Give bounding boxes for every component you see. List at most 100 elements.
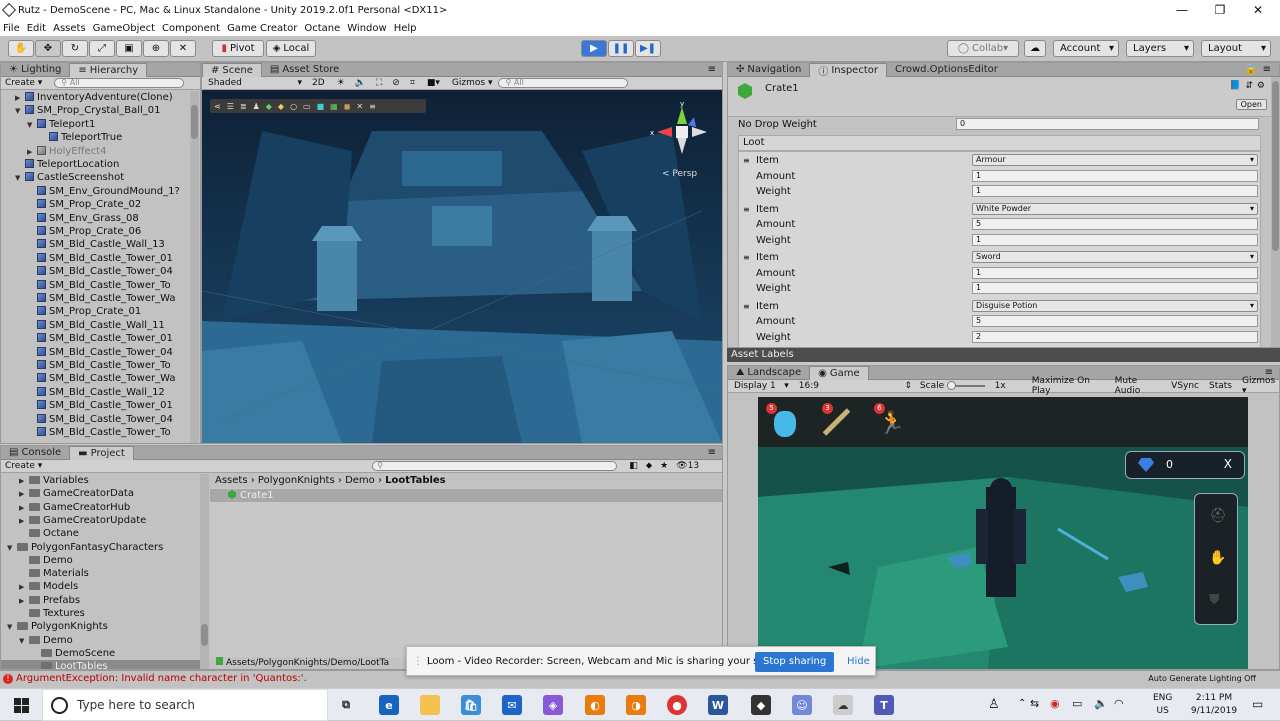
- menu-game-creator[interactable]: Game Creator: [227, 23, 297, 34]
- hierarchy-item[interactable]: ▶ InventoryAdventure(Clone): [1, 91, 173, 104]
- wifi-icon[interactable]: ◠: [1114, 697, 1124, 710]
- tab-crowd-options-editor[interactable]: Crowd.OptionsEditor: [887, 63, 1006, 77]
- pause-button[interactable]: ❚❚: [608, 40, 634, 57]
- loot-amount-field[interactable]: 1: [972, 266, 1258, 279]
- hierarchy-item[interactable]: SM_Bld_Castle_Tower_04: [1, 413, 173, 426]
- loot-amount-field[interactable]: 5: [972, 315, 1258, 327]
- expand-arrow-right-icon[interactable]: ▶: [19, 515, 29, 528]
- reorder-handle-icon[interactable]: ≡: [743, 153, 750, 168]
- chrome-icon[interactable]: ●: [667, 695, 687, 715]
- marker-tool-icon[interactable]: ◆: [266, 102, 272, 111]
- audio-toggle-icon[interactable]: 🔈: [355, 78, 366, 88]
- menu-tool-icon[interactable]: ≡: [369, 102, 376, 111]
- game-view[interactable]: 5 3 🏃 6 0 X ⛑ ✋ ⛊: [758, 397, 1248, 669]
- mail-icon[interactable]: ✉: [502, 695, 522, 715]
- help-icon[interactable]: 📘: [1230, 81, 1241, 91]
- settings-icon[interactable]: ⇵: [1245, 81, 1253, 91]
- network-icon[interactable]: ⇆: [1030, 697, 1039, 710]
- menu-gameobject[interactable]: GameObject: [93, 23, 155, 34]
- project-folder-item[interactable]: ▼ PolygonKnights: [1, 620, 200, 633]
- tab-inspector[interactable]: ⓘ Inspector: [809, 62, 887, 78]
- expand-arrow-down-icon[interactable]: ▼: [15, 172, 25, 185]
- breadcrumb-assets[interactable]: Assets: [215, 475, 248, 486]
- project-folder-item[interactable]: ▶ Variables: [1, 474, 200, 487]
- effects-toggle-icon[interactable]: ⛶: [376, 78, 382, 88]
- project-folder-item[interactable]: Demo: [1, 554, 200, 567]
- vsync-toggle[interactable]: VSync: [1171, 381, 1199, 391]
- discord-icon[interactable]: ☺: [792, 695, 812, 715]
- taskbar-search-box[interactable]: Type here to search: [42, 689, 328, 721]
- cloud-button[interactable]: ☁: [1024, 40, 1046, 57]
- camera-tool-icon[interactable]: ▭: [303, 102, 311, 111]
- stop-sharing-button[interactable]: Stop sharing: [755, 652, 835, 672]
- maximize-button[interactable]: ❐: [1202, 0, 1238, 20]
- expand-arrow-right-icon[interactable]: ▶: [19, 475, 29, 488]
- mute-audio-toggle[interactable]: Mute Audio: [1115, 376, 1162, 396]
- grid-tool-icon[interactable]: ▦: [330, 102, 338, 111]
- skype-icon[interactable]: ☁: [833, 695, 853, 715]
- scale-slider[interactable]: [947, 381, 985, 390]
- hierarchy-item[interactable]: ▼ Teleport1: [1, 118, 95, 131]
- reorder-handle-icon[interactable]: ≡: [743, 250, 750, 265]
- project-create-button[interactable]: Create ▾: [5, 461, 42, 471]
- collab-button[interactable]: ◯ Collab ▾: [947, 40, 1019, 57]
- tab-asset-store[interactable]: ▤ Asset Store: [262, 63, 347, 77]
- tab-hierarchy[interactable]: ≡ Hierarchy: [69, 62, 148, 77]
- play-button[interactable]: ▶: [581, 40, 607, 57]
- security-icon[interactable]: ◉: [1050, 697, 1060, 710]
- breadcrumb-polygon-knights[interactable]: PolygonKnights: [258, 475, 335, 486]
- gauntlet-icon[interactable]: ✋: [1209, 550, 1226, 566]
- people-icon[interactable]: ♙: [988, 697, 1000, 712]
- stats-toggle[interactable]: Stats: [1209, 381, 1232, 391]
- project-folder-item[interactable]: DemoScene: [1, 647, 200, 660]
- loot-weight-field[interactable]: 1: [972, 282, 1258, 294]
- menu-file[interactable]: File: [3, 23, 20, 34]
- hierarchy-item[interactable]: SM_Bld_Castle_Tower_Wa: [1, 292, 175, 305]
- inspector-menu-icon[interactable]: ≡: [1263, 64, 1271, 75]
- loot-item-dropdown[interactable]: Sword: [972, 251, 1258, 263]
- scene-menu-icon[interactable]: ≡: [708, 64, 716, 75]
- speaker-icon[interactable]: 🔈: [1094, 697, 1108, 710]
- edge-icon[interactable]: e: [379, 695, 399, 715]
- scene-search-input[interactable]: ⚲ All: [498, 78, 629, 88]
- menu-component[interactable]: Component: [162, 23, 220, 34]
- asset-item-crate1[interactable]: Crate1: [210, 489, 722, 502]
- word-icon[interactable]: W: [708, 695, 728, 715]
- breadcrumb-demo[interactable]: Demo: [345, 475, 375, 486]
- hierarchy-item[interactable]: SM_Prop_Crate_06: [1, 225, 141, 238]
- loot-amount-field[interactable]: 5: [972, 218, 1258, 230]
- project-tree-scrollbar[interactable]: [200, 474, 209, 669]
- tab-navigation[interactable]: ✣ Navigation: [728, 63, 809, 77]
- rect-tool-button[interactable]: ▣: [116, 40, 142, 57]
- expand-arrow-down-icon[interactable]: ▼: [7, 542, 17, 555]
- circle-tool-icon[interactable]: ○: [290, 102, 297, 111]
- project-menu-icon[interactable]: ≡: [708, 447, 716, 458]
- game-gizmos-dropdown[interactable]: Gizmos ▾: [1242, 376, 1279, 396]
- search-by-label-icon[interactable]: ⬥: [646, 461, 652, 471]
- favorite-icon[interactable]: ★: [660, 461, 668, 471]
- project-folder-item[interactable]: Materials: [1, 567, 200, 580]
- menu-window[interactable]: Window: [347, 23, 386, 34]
- expand-arrow-down-icon[interactable]: ▼: [15, 105, 25, 118]
- grid-toggle-icon[interactable]: ⌗: [410, 78, 415, 88]
- hierarchy-item[interactable]: SM_Prop_Crate_02: [1, 198, 141, 211]
- hierarchy-item[interactable]: ▶ HolyEffect4: [1, 145, 106, 158]
- asset-labels-bar[interactable]: Asset Labels: [727, 348, 1280, 362]
- scene-viewport[interactable]: ⋖ ☰ ≣ ♟ ◆ ◆ ○ ▭ ■ ▦ ◼ ✕ ≡ y x < Persp: [202, 91, 722, 443]
- tab-game[interactable]: ◉ Game: [809, 365, 869, 380]
- transform-tool-button[interactable]: ⊕: [143, 40, 169, 57]
- hierarchy-item[interactable]: SM_Env_GroundMound_1?: [1, 185, 180, 198]
- file-explorer-icon[interactable]: [420, 695, 440, 715]
- list-tool-icon[interactable]: ≣: [240, 102, 247, 111]
- tab-lighting[interactable]: ☀ Lighting: [1, 63, 69, 77]
- context-gear-icon[interactable]: ⚙: [1257, 81, 1265, 91]
- inspector-scroll-thumb[interactable]: [1272, 81, 1279, 251]
- skill-slot[interactable]: 🏃 6: [872, 403, 908, 439]
- account-button[interactable]: Account ▾: [1053, 40, 1119, 57]
- persp-label[interactable]: < Persp: [662, 169, 697, 179]
- task-view-icon[interactable]: ⧉: [336, 695, 356, 715]
- armor-icon[interactable]: ⛊: [1209, 592, 1220, 608]
- menu-assets[interactable]: Assets: [53, 23, 86, 34]
- project-folder-item[interactable]: Octane: [1, 527, 200, 540]
- windows-start-icon[interactable]: [14, 698, 29, 713]
